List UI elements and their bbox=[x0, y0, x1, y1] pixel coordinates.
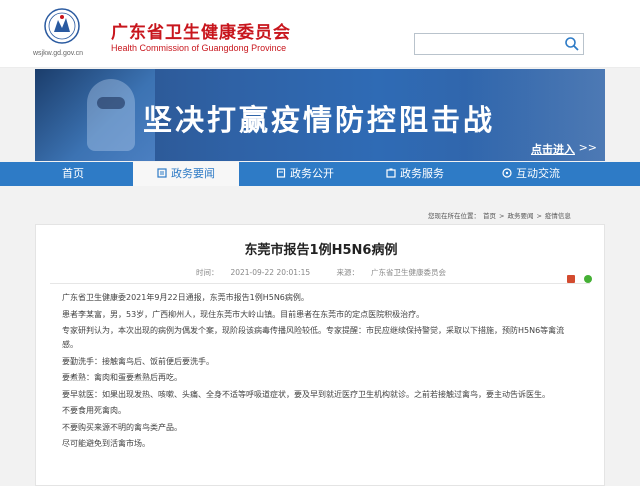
article-paragraph: 要煮熟：禽肉和蛋要煮熟后再吃。 bbox=[62, 373, 182, 382]
site-url: wsjkw.gd.gov.cn bbox=[33, 50, 84, 57]
article-paragraph: 要勤洗手：接触禽鸟后、饭前便后要洗手。 bbox=[62, 356, 214, 366]
banner-more-link[interactable]: 点击进入 bbox=[531, 141, 575, 157]
nav-label: 首页 bbox=[62, 167, 84, 180]
double-arrow-icon: >> bbox=[578, 141, 597, 154]
banner-photo bbox=[35, 69, 155, 161]
breadcrumb-item-epidemic[interactable]: 疫情信息 bbox=[545, 212, 571, 220]
article-paragraph: 不要食用死禽肉。 bbox=[62, 406, 126, 415]
site-subtitle: Health Commission of Guangdong Province bbox=[111, 43, 287, 53]
breadcrumb-separator: > bbox=[536, 212, 542, 220]
wechat-share-icon[interactable] bbox=[584, 275, 592, 283]
site-header: wsjkw.gd.gov.cn 广东省卫生健康委员会 Health Commis… bbox=[0, 0, 640, 68]
breadcrumb-prefix: 您现在所在位置： bbox=[428, 212, 480, 220]
divider bbox=[50, 283, 590, 284]
article-paragraph: 尽可能避免到活禽市场。 bbox=[62, 439, 150, 448]
article-paragraph: 不要购买来源不明的禽鸟类产品。 bbox=[62, 422, 182, 432]
nav-item-news[interactable]: 政务要闻 bbox=[133, 162, 239, 186]
article-body: 广东省卫生健康委2021年9月22日通报，东莞市报告1例H5N6病例。 患者李某… bbox=[62, 291, 578, 454]
nav-item-services[interactable]: 政务服务 bbox=[362, 162, 468, 186]
chat-icon bbox=[502, 168, 512, 178]
hero-banner[interactable]: 坚决打赢疫情防控阻击战 点击进入 >> bbox=[35, 69, 605, 161]
nav-label: 互动交流 bbox=[516, 167, 560, 180]
nav-label: 政务服务 bbox=[400, 167, 444, 180]
source-label: 来源： bbox=[336, 268, 360, 277]
nav-item-home[interactable]: 首页 bbox=[20, 162, 126, 186]
print-icon[interactable] bbox=[566, 275, 575, 283]
time-label: 时间： bbox=[195, 268, 219, 277]
publish-time: 2021-09-22 20:01:15 bbox=[230, 268, 311, 277]
article-source: 广东省卫生健康委员会 bbox=[371, 268, 447, 277]
article-paragraph: 要早就医：如果出现发热、咳嗽、头痛、全身不适等呼吸道症状，要及早到就近医疗卫生机… bbox=[62, 389, 550, 399]
emblem-logo-icon[interactable] bbox=[44, 8, 80, 44]
search-input[interactable] bbox=[414, 33, 584, 55]
article-container: 东莞市报告1例H5N6病例 时间： 2021-09-22 20:01:15 来源：… bbox=[35, 224, 605, 486]
breadcrumb-separator: > bbox=[499, 212, 505, 220]
article-paragraph: 专家研判认为，本次出现的病例为偶发个案，现阶段该病毒传播风险较低。专家提醒：市民… bbox=[62, 326, 565, 349]
article-paragraph: 广东省卫生健康委2021年9月22日通报，东莞市报告1例H5N6病例。 bbox=[62, 293, 309, 302]
banner-title: 坚决打赢疫情防控阻击战 bbox=[143, 103, 496, 137]
breadcrumb-item-news[interactable]: 政务要闻 bbox=[507, 212, 533, 220]
nav-label: 政务要闻 bbox=[171, 167, 215, 180]
nav-item-open-gov[interactable]: 政务公开 bbox=[252, 162, 358, 186]
article-meta: 时间： 2021-09-22 20:01:15 来源： 广东省卫生健康委员会 bbox=[36, 267, 606, 278]
main-nav: 首页 政务要闻 政务公开 政务服务 互动交流 bbox=[0, 162, 640, 186]
article-paragraph: 患者李某富，男，53岁，广西柳州人，现住东莞市大岭山镇。目前患者在东莞市的定点医… bbox=[62, 309, 425, 319]
news-icon bbox=[157, 168, 167, 178]
site-title[interactable]: 广东省卫生健康委员会 bbox=[111, 18, 291, 43]
breadcrumb-item-home[interactable]: 首页 bbox=[483, 212, 496, 220]
service-icon bbox=[386, 168, 396, 178]
breadcrumb: 您现在所在位置： 首页 > 政务要闻 > 疫情信息 bbox=[428, 210, 574, 220]
search-icon[interactable] bbox=[564, 36, 580, 52]
article-title: 东莞市报告1例H5N6病例 bbox=[244, 243, 398, 258]
article-tools bbox=[563, 268, 592, 287]
nav-item-interaction[interactable]: 互动交流 bbox=[478, 162, 584, 186]
nav-label: 政务公开 bbox=[290, 167, 334, 180]
doc-icon bbox=[276, 168, 286, 178]
